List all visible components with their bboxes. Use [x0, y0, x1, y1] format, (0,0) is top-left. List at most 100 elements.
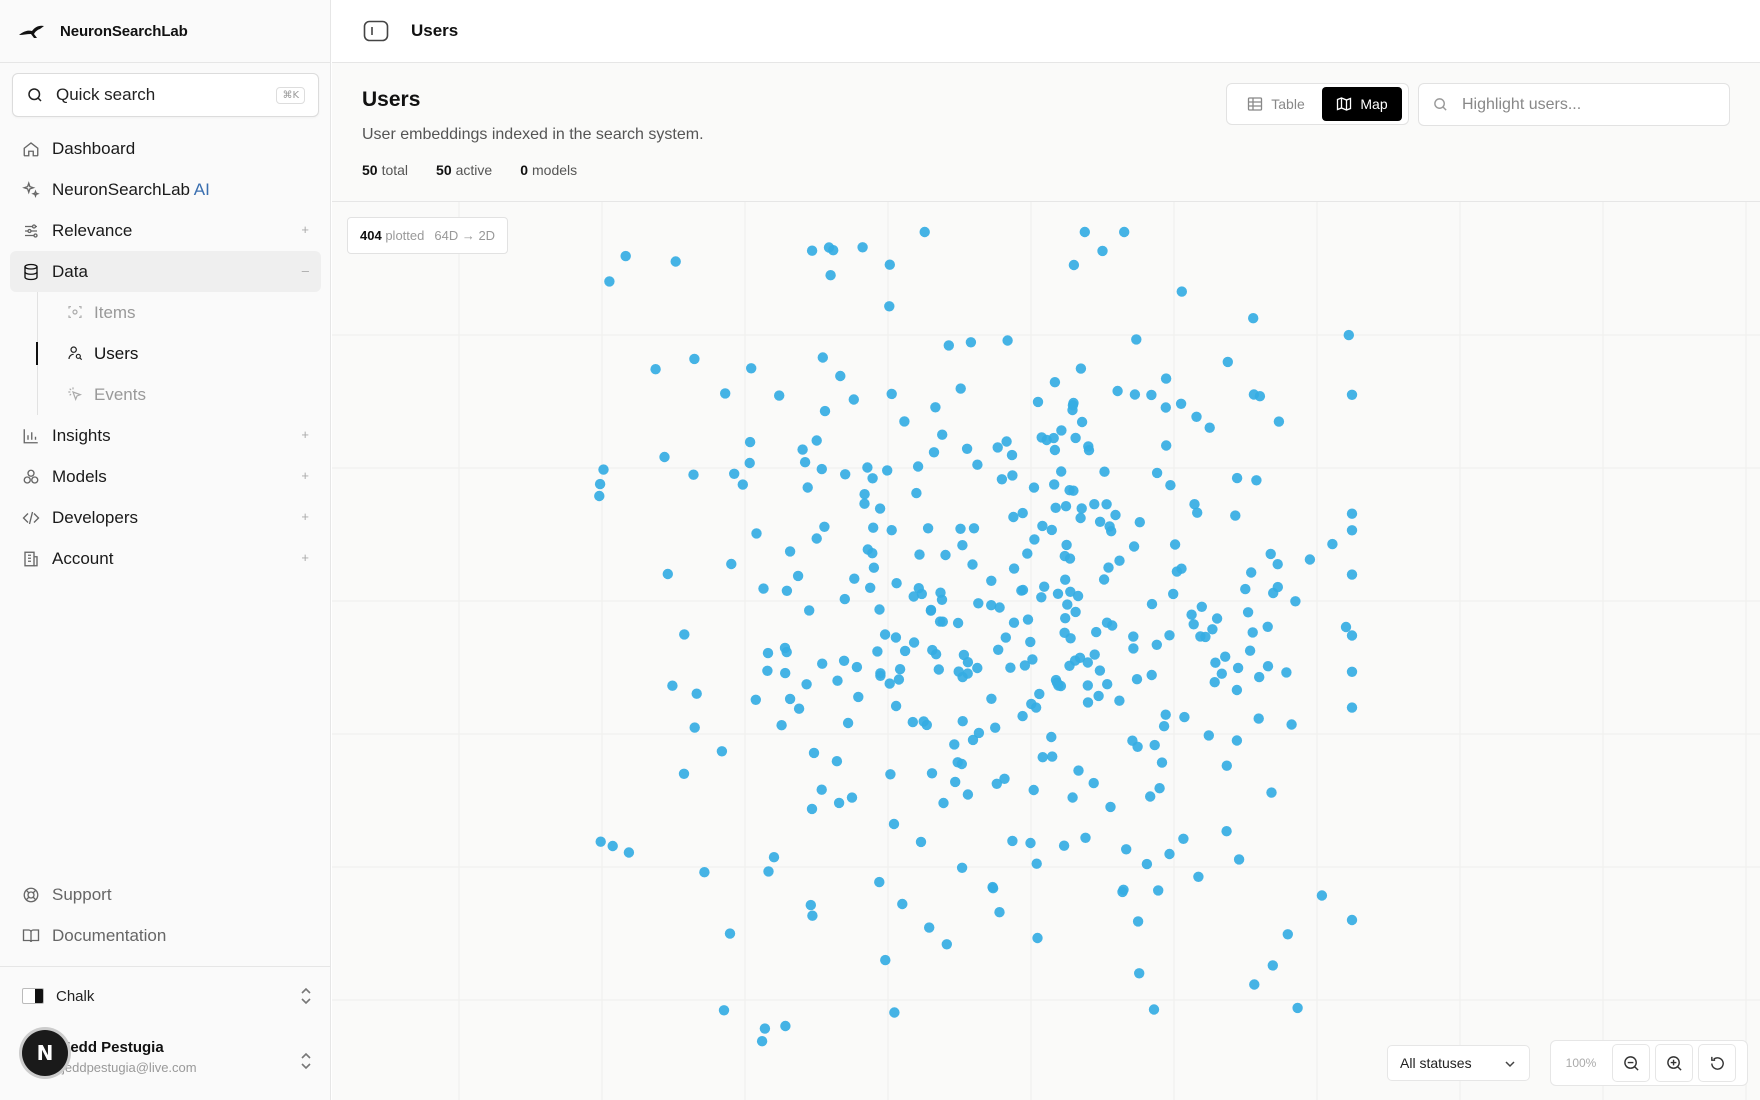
user-point[interactable]	[1146, 669, 1157, 681]
user-point[interactable]	[986, 600, 997, 611]
user-point[interactable]	[1061, 539, 1072, 551]
user-point[interactable]	[935, 587, 946, 598]
user-point[interactable]	[842, 717, 854, 729]
user-point[interactable]	[1098, 574, 1110, 585]
user-point[interactable]	[926, 768, 938, 779]
sidebar-item-events[interactable]: Events	[28, 374, 321, 415]
user-point[interactable]	[825, 270, 836, 281]
status-filter-select[interactable]: All statuses	[1387, 1045, 1530, 1081]
user-point[interactable]	[955, 523, 966, 534]
user-point[interactable]	[1102, 679, 1113, 690]
user-point[interactable]	[801, 679, 812, 690]
user-point[interactable]	[805, 899, 816, 911]
user-point[interactable]	[1068, 259, 1080, 271]
user-point[interactable]	[1178, 833, 1189, 844]
user-point[interactable]	[1286, 719, 1297, 730]
user-point[interactable]	[868, 522, 879, 533]
user-point[interactable]	[1007, 835, 1018, 847]
user-point[interactable]	[811, 533, 822, 544]
user-point[interactable]	[986, 575, 997, 586]
user-point[interactable]	[1253, 713, 1264, 724]
user-point[interactable]	[1058, 840, 1070, 851]
user-point[interactable]	[1200, 631, 1211, 643]
user-point[interactable]	[973, 727, 985, 739]
user-point[interactable]	[1028, 784, 1039, 796]
user-point[interactable]	[911, 487, 922, 499]
user-point[interactable]	[857, 242, 868, 253]
user-point[interactable]	[623, 847, 635, 858]
user-point[interactable]	[833, 797, 845, 809]
user-point[interactable]	[1267, 960, 1278, 971]
user-point[interactable]	[1246, 567, 1257, 578]
user-point[interactable]	[1220, 651, 1231, 662]
user-point[interactable]	[1099, 466, 1110, 477]
user-point[interactable]	[1105, 801, 1116, 813]
user-point[interactable]	[1000, 632, 1011, 643]
user-point[interactable]	[1056, 425, 1067, 436]
user-point[interactable]	[1060, 501, 1072, 512]
user-point[interactable]	[1001, 436, 1012, 447]
user-point[interactable]	[1091, 626, 1102, 638]
user-point[interactable]	[1028, 482, 1040, 493]
user-point[interactable]	[1156, 757, 1168, 768]
brand[interactable]: NeuronSearchLab	[18, 18, 188, 44]
user-point[interactable]	[1148, 1004, 1160, 1015]
user-point[interactable]	[1272, 559, 1283, 570]
user-point[interactable]	[762, 647, 774, 659]
user-point[interactable]	[840, 469, 851, 480]
user-point[interactable]	[862, 462, 873, 473]
user-point[interactable]	[1067, 792, 1078, 803]
user-point[interactable]	[823, 242, 835, 253]
user-point[interactable]	[1008, 511, 1019, 523]
embedding-map[interactable]: 404 plotted 64D → 2D All statuses 100%	[332, 202, 1760, 1100]
user-point[interactable]	[1189, 499, 1200, 510]
user-point[interactable]	[670, 256, 681, 267]
user-point[interactable]	[716, 746, 728, 757]
user-point[interactable]	[1101, 499, 1112, 510]
user-point[interactable]	[875, 670, 886, 681]
user-point[interactable]	[1032, 932, 1043, 944]
user-point[interactable]	[1070, 606, 1081, 618]
user-point[interactable]	[1216, 668, 1227, 679]
user-point[interactable]	[934, 616, 946, 627]
user-point[interactable]	[1019, 660, 1031, 671]
user-point[interactable]	[763, 866, 774, 877]
user-point[interactable]	[853, 691, 864, 703]
user-point[interactable]	[620, 250, 631, 262]
user-point[interactable]	[678, 768, 690, 779]
user-point[interactable]	[1160, 709, 1171, 720]
expand-icon[interactable]: +	[301, 509, 309, 524]
user-point[interactable]	[1231, 735, 1243, 746]
user-point[interactable]	[594, 478, 606, 490]
user-point[interactable]	[768, 852, 780, 863]
user-point[interactable]	[933, 664, 944, 675]
user-point[interactable]	[1114, 555, 1125, 566]
user-point[interactable]	[882, 465, 893, 476]
user-point[interactable]	[1153, 885, 1164, 896]
nav-item-insights[interactable]: Insights +	[10, 415, 321, 456]
user-point[interactable]	[806, 803, 818, 815]
user-point[interactable]	[1132, 916, 1144, 927]
user-point[interactable]	[1221, 760, 1232, 771]
user-point[interactable]	[832, 675, 843, 686]
user-point[interactable]	[1292, 1002, 1303, 1014]
user-point[interactable]	[1088, 777, 1099, 789]
user-point[interactable]	[776, 720, 787, 731]
user-point[interactable]	[1007, 470, 1018, 481]
user-point[interactable]	[968, 523, 980, 534]
user-point[interactable]	[952, 617, 964, 629]
user-point[interactable]	[914, 549, 925, 560]
user-point[interactable]	[1101, 617, 1113, 628]
user-point[interactable]	[1036, 592, 1047, 603]
nav-item-data[interactable]: Data –	[10, 251, 321, 292]
user-point[interactable]	[1262, 621, 1273, 632]
user-point[interactable]	[1346, 389, 1358, 400]
user-point[interactable]	[1072, 590, 1084, 602]
user-point[interactable]	[865, 582, 876, 593]
user-point[interactable]	[1067, 400, 1079, 411]
user-point[interactable]	[884, 259, 895, 270]
user-point[interactable]	[1165, 480, 1176, 491]
user-point[interactable]	[907, 716, 918, 728]
user-point[interactable]	[1073, 765, 1084, 776]
user-point[interactable]	[1164, 848, 1175, 860]
